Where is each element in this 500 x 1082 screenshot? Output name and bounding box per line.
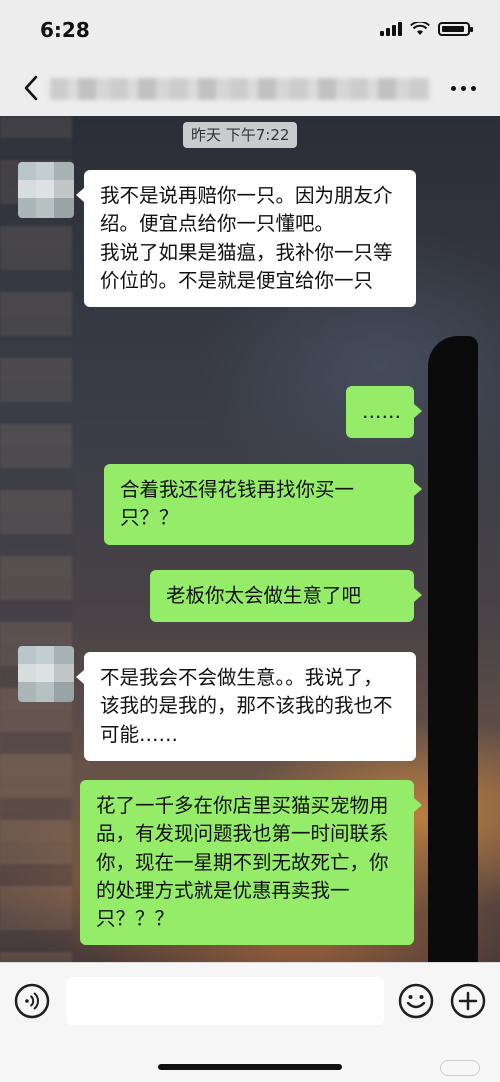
battery-icon bbox=[438, 22, 473, 36]
message-bubble-sent[interactable]: 花了一千多在你店里买猫买宠物用品，有发现问题我也第一时间联系你，现在一星期不到无… bbox=[80, 780, 422, 946]
status-time: 6:28 bbox=[40, 18, 90, 42]
message-bubble-sent[interactable]: 合着我还得花钱再找你买一只？？ bbox=[104, 464, 422, 545]
plus-icon[interactable] bbox=[450, 983, 486, 1019]
redaction-mark bbox=[428, 336, 478, 962]
message-text: 不是我会不会做生意。。我说了，该我的是我的，那不该我的我也不可能…… bbox=[100, 666, 393, 746]
emoji-icon[interactable] bbox=[398, 983, 434, 1019]
chat-area[interactable]: 昨天 下午7:22 我不是说再赔你一只。因为朋友介绍。便宜点给你一只懂吧。 我说… bbox=[0, 116, 500, 962]
contact-avatar[interactable] bbox=[18, 646, 74, 702]
message-bubble-sent[interactable]: …… bbox=[346, 386, 422, 439]
chevron-left-icon[interactable] bbox=[18, 72, 48, 104]
contact-avatar[interactable] bbox=[18, 162, 74, 218]
watermark-logo bbox=[440, 1060, 480, 1076]
message-text: 花了一千多在你店里买猫买宠物用品，有发现问题我也第一时间联系你，现在一星期不到无… bbox=[96, 794, 389, 931]
more-dots-icon[interactable] bbox=[451, 86, 476, 91]
message-input[interactable] bbox=[66, 977, 384, 1025]
nav-bar bbox=[0, 60, 500, 116]
home-indicator[interactable] bbox=[158, 1064, 342, 1070]
message-timestamp: 昨天 下午7:22 bbox=[183, 122, 298, 148]
message-text: …… bbox=[362, 400, 401, 423]
message-text: 我不是说再赔你一只。因为朋友介绍。便宜点给你一只懂吧。 我说了如果是猫瘟，我补你… bbox=[100, 184, 393, 292]
voice-icon[interactable] bbox=[14, 983, 50, 1019]
message-text: 合着我还得花钱再找你买一只？？ bbox=[120, 478, 355, 530]
status-icons bbox=[380, 22, 473, 36]
message-bubble-received[interactable]: 我不是说再赔你一只。因为朋友介绍。便宜点给你一只懂吧。 我说了如果是猫瘟，我补你… bbox=[76, 170, 416, 308]
pixelated-background-region bbox=[0, 116, 72, 962]
message-bubble-sent[interactable]: 老板你太会做生意了吧 bbox=[150, 570, 422, 623]
status-bar: 6:28 bbox=[0, 0, 500, 60]
message-text: 老板你太会做生意了吧 bbox=[166, 584, 362, 607]
contact-name-pixelated bbox=[50, 78, 430, 100]
cellular-signal-icon bbox=[380, 22, 402, 36]
message-bubble-received[interactable]: 不是我会不会做生意。。我说了，该我的是我的，那不该我的我也不可能…… bbox=[76, 652, 416, 761]
wifi-icon bbox=[410, 22, 430, 35]
